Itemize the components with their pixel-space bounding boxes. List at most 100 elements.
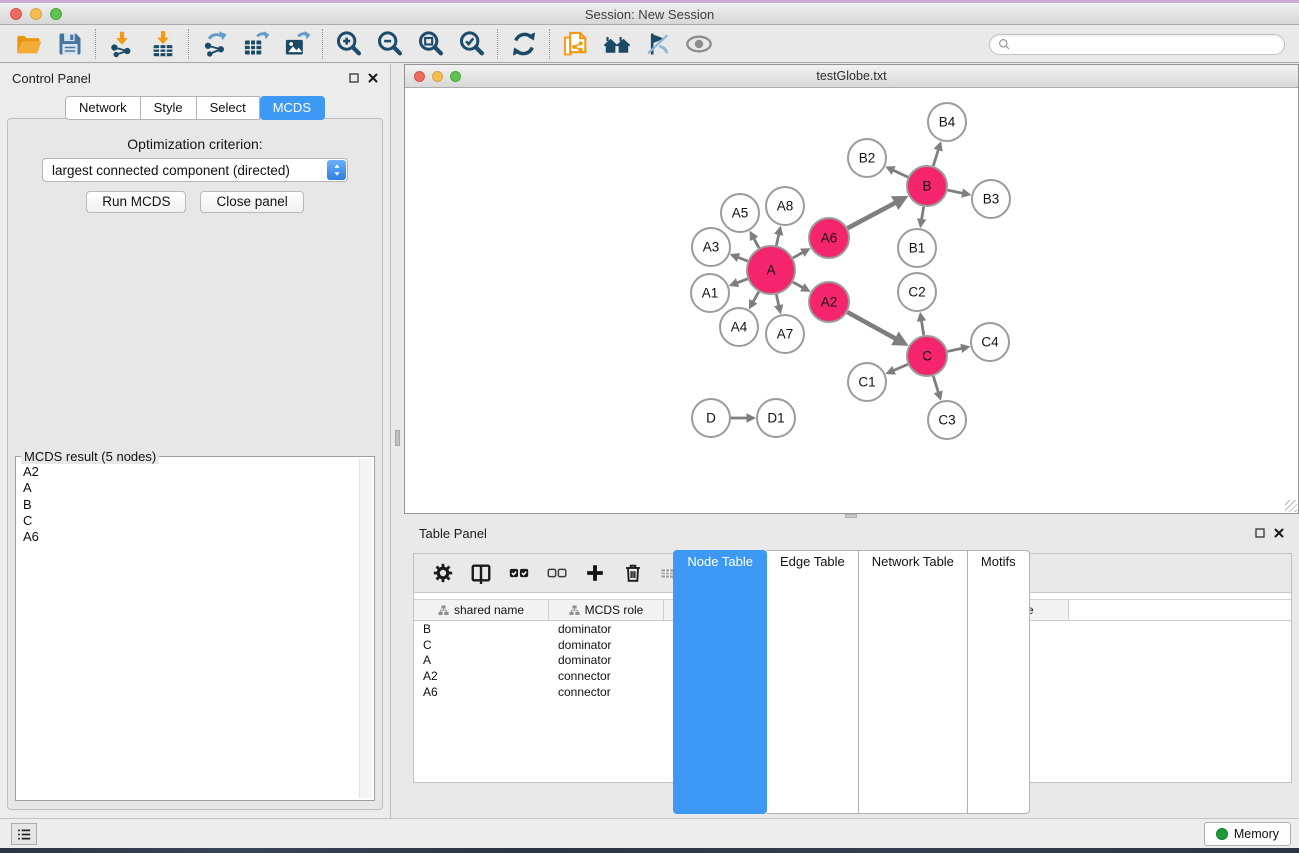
edge-B-B2[interactable] <box>893 170 908 177</box>
resize-grip[interactable] <box>1285 500 1297 512</box>
toolbar-separator <box>322 29 323 59</box>
criterion-dropdown[interactable]: largest connected component (directed) <box>42 158 348 182</box>
edge-C-C3[interactable] <box>933 376 938 393</box>
eye-icon <box>685 30 713 58</box>
export-image-button[interactable] <box>276 28 317 60</box>
edge-A2-C[interactable] <box>847 312 896 339</box>
network-window-titlebar[interactable]: testGlobe.txt <box>405 65 1298 88</box>
control-panel-title: Control Panel <box>12 71 91 86</box>
import-table-button[interactable] <box>142 28 183 60</box>
zoom-selected-icon <box>458 30 486 58</box>
edge-A6-B[interactable] <box>848 202 896 228</box>
result-item-a[interactable]: A <box>23 480 359 496</box>
zoom-in-icon <box>335 30 363 58</box>
edge-A-A7[interactable] <box>776 294 779 306</box>
node-label-B3: B3 <box>983 192 1000 207</box>
network-canvas[interactable]: AA1A2A3A4A5A6A7A8BB1B2B3B4CC1C2C3C4DD1 <box>406 89 1297 512</box>
edge-B-B4[interactable] <box>933 149 938 166</box>
criterion-dropdown-value: largest connected component (directed) <box>43 163 327 178</box>
edge-C-C4[interactable] <box>947 348 962 351</box>
tab-mcds[interactable]: MCDS <box>260 96 325 120</box>
node-label-A5: A5 <box>732 206 749 221</box>
edge-A-A3[interactable] <box>738 257 748 261</box>
edge-B-B1[interactable] <box>922 207 924 220</box>
table-tab-network-table[interactable]: Network Table <box>859 550 968 814</box>
table-tabs: Node TableEdge TableNetwork TableMotifs <box>404 550 1299 814</box>
toolbar-separator <box>95 29 96 59</box>
tab-network[interactable]: Network <box>65 96 141 120</box>
vertical-splitter-handle[interactable] <box>395 430 400 446</box>
result-item-a2[interactable]: A2 <box>23 464 359 480</box>
table-panel-title: Table Panel <box>419 526 487 541</box>
node-label-A2: A2 <box>821 295 838 310</box>
task-list-icon <box>16 826 33 843</box>
table-tab-motifs[interactable]: Motifs <box>968 550 1030 814</box>
save-session-button[interactable] <box>49 28 90 60</box>
edge-C-C1[interactable] <box>893 364 908 370</box>
hide-annotations-button[interactable] <box>637 28 678 60</box>
new-network-file-button[interactable] <box>555 28 596 60</box>
float-panel-icon[interactable] <box>1255 528 1265 538</box>
node-label-A6: A6 <box>821 231 838 246</box>
open-session-button[interactable] <box>8 28 49 60</box>
import-table-icon <box>149 30 177 58</box>
edge-A-A5[interactable] <box>754 238 759 248</box>
edge-A-A2[interactable] <box>793 282 803 288</box>
hide-flag-icon <box>644 30 672 58</box>
network-graph[interactable]: AA1A2A3A4A5A6A7A8BB1B2B3B4CC1C2C3C4DD1 <box>406 89 1297 512</box>
toolbar-search[interactable] <box>989 34 1285 55</box>
search-icon <box>998 38 1011 51</box>
memory-button[interactable]: Memory <box>1204 822 1291 846</box>
export-network-icon <box>201 30 229 58</box>
run-mcds-button[interactable]: Run MCDS <box>86 191 186 213</box>
export-table-button[interactable] <box>235 28 276 60</box>
search-input[interactable] <box>1016 37 1276 51</box>
app-window: Session: New Session <box>0 0 1299 853</box>
tab-select[interactable]: Select <box>197 96 260 120</box>
refresh-icon <box>510 30 538 58</box>
tab-style[interactable]: Style <box>141 96 197 120</box>
export-network-button[interactable] <box>194 28 235 60</box>
network-window: testGlobe.txt AA1A2A3A4A5A6A7A8BB1B2B3B4… <box>404 64 1299 514</box>
result-scrollbar[interactable] <box>359 459 372 798</box>
node-label-C1: C1 <box>858 375 875 390</box>
export-image-icon <box>283 30 311 58</box>
table-panel-header: Table Panel <box>404 520 1299 546</box>
session-title: Session: New Session <box>0 7 1299 22</box>
edge-C-C2[interactable] <box>921 320 923 335</box>
float-panel-icon[interactable] <box>349 73 359 83</box>
close-panel-icon[interactable] <box>1274 528 1284 538</box>
zoom-selected-button[interactable] <box>451 28 492 60</box>
table-tab-node-table[interactable]: Node Table <box>673 550 767 814</box>
zoom-in-button[interactable] <box>328 28 369 60</box>
control-panel: Control Panel NetworkStyleSelectMCDS Opt… <box>0 64 391 818</box>
edge-A-A4[interactable] <box>753 292 759 302</box>
edge-B-B3[interactable] <box>948 190 963 193</box>
dropdown-stepper <box>327 160 346 180</box>
import-network-button[interactable] <box>101 28 142 60</box>
node-label-A3: A3 <box>703 240 720 255</box>
edge-A-A1[interactable] <box>737 279 748 283</box>
mcds-panel: Optimization criterion: largest connecte… <box>7 118 383 810</box>
mcds-result-list[interactable]: A2ABCA6 <box>18 459 359 798</box>
task-history-button[interactable] <box>11 823 37 845</box>
save-icon <box>56 30 84 58</box>
toolbar-separator <box>497 29 498 59</box>
close-panel-button[interactable]: Close panel <box>200 191 303 213</box>
node-label-C: C <box>922 349 932 364</box>
table-tab-edge-table[interactable]: Edge Table <box>767 550 859 814</box>
refresh-layout-button[interactable] <box>503 28 544 60</box>
close-panel-icon[interactable] <box>368 73 378 83</box>
edge-A-A6[interactable] <box>793 252 803 258</box>
result-item-a6[interactable]: A6 <box>23 529 359 545</box>
result-item-c[interactable]: C <box>23 513 359 529</box>
edge-A-A8[interactable] <box>776 234 779 246</box>
result-item-b[interactable]: B <box>23 497 359 513</box>
show-networks-button[interactable] <box>596 28 637 60</box>
graphics-details-button[interactable] <box>678 28 719 60</box>
zoom-fit-button[interactable] <box>410 28 451 60</box>
node-label-A8: A8 <box>777 199 794 214</box>
zoom-out-button[interactable] <box>369 28 410 60</box>
memory-status-dot <box>1216 828 1228 840</box>
node-label-A: A <box>766 263 775 278</box>
